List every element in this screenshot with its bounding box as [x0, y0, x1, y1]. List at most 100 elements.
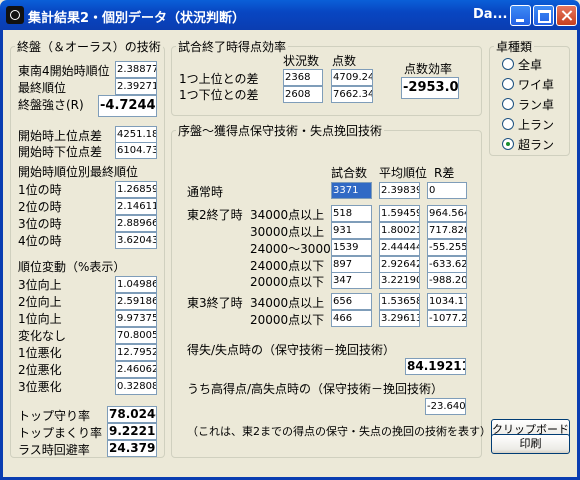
lower-count-field[interactable]: 2608 — [283, 86, 323, 103]
east2-row-label: 24000点以下 — [250, 259, 325, 273]
east3-r-field[interactable]: -1077.2 — [427, 310, 467, 327]
lower-points-field[interactable]: 7662.34 — [331, 86, 373, 103]
east3-games-field[interactable]: 656 — [331, 293, 372, 310]
table-type-option-label: 超ラン — [518, 138, 555, 152]
efficiency-col-header: 点数効率 — [404, 62, 453, 76]
normal-r-field[interactable]: 0 — [427, 182, 467, 199]
east3-label: 東3終了時 — [187, 296, 243, 310]
east3-r-field[interactable]: 1034.17 — [427, 293, 467, 310]
down3-field[interactable]: 0.32808 — [115, 378, 157, 395]
start-upper-diff-field[interactable]: 4251.18 — [115, 126, 157, 143]
gain-loss-field[interactable]: 84.19211 — [405, 358, 466, 375]
up1-field[interactable]: 9.97375 — [115, 310, 157, 327]
east-south4-rank-field[interactable]: 2.38877 — [115, 61, 157, 78]
avg-rank-col-header: 平均順位 — [379, 166, 428, 180]
rank-change-title: 順位変動（%表示） — [18, 260, 126, 274]
east2-games-field[interactable]: 518 — [331, 205, 372, 222]
east2-games-field[interactable]: 897 — [331, 256, 372, 273]
app-icon — [6, 6, 24, 24]
table-type-radio[interactable] — [502, 138, 514, 150]
east2-row-label: 20000点以下 — [250, 275, 325, 289]
high-score-field[interactable]: -23.640 — [425, 398, 466, 415]
table-type-option-label: ワイ卓 — [518, 78, 555, 92]
title-bar[interactable]: 集計結果2・個別データ（状況判断） Da... — [0, 0, 580, 30]
rank3-label: 3位の時 — [18, 217, 62, 231]
close-button[interactable] — [556, 5, 577, 26]
table-type-radio[interactable] — [502, 118, 514, 130]
print-button[interactable]: 印刷 — [491, 434, 570, 454]
final-rank-field[interactable]: 2.39271 — [115, 78, 157, 95]
east2-games-field[interactable]: 347 — [331, 272, 372, 289]
top-comeback-rate-label: トップまくり率 — [18, 426, 103, 440]
east2-avg-field[interactable]: 2.44444 — [379, 239, 420, 256]
top-defense-rate-field[interactable]: 78.0244 — [107, 406, 157, 423]
up2-label: 2位向上 — [18, 295, 62, 309]
normal-games-field[interactable]: 3371 — [331, 182, 372, 199]
east2-row-label: 34000点以上 — [250, 208, 325, 222]
lower-diff-label: 1つ下位との差 — [179, 88, 259, 102]
midgame-note: （これは、東2までの得点の保守・失点の挽回の技術を表す） — [187, 425, 491, 438]
table-type-radio[interactable] — [502, 98, 514, 110]
top-comeback-rate-field[interactable]: 9.22217 — [107, 423, 157, 440]
rank4-field[interactable]: 3.62043 — [115, 232, 157, 249]
table-type-legend: 卓種類 — [496, 40, 533, 54]
table-type-option-label: 全卓 — [518, 58, 543, 72]
table-type-radio[interactable] — [502, 78, 514, 90]
top-defense-rate-label: トップ守り率 — [18, 409, 91, 423]
east2-r-field[interactable]: -55.255 — [427, 239, 467, 256]
minimize-button[interactable] — [510, 5, 531, 26]
endgame-strength-label: 終盤強さ(R) — [18, 98, 84, 112]
last-avoid-rate-field[interactable]: 24.3795 — [107, 440, 157, 457]
start-lower-diff-field[interactable]: 6104.73 — [115, 142, 157, 159]
east2-r-field[interactable]: -633.62 — [427, 256, 467, 273]
start-lower-diff-label: 開始時下位点差 — [18, 145, 103, 159]
east2-r-field[interactable]: 964.564 — [427, 205, 467, 222]
efficiency-value-field[interactable]: -2953.0 — [401, 77, 459, 99]
final-rank-label: 最終順位 — [18, 81, 67, 95]
east-south4-rank-label: 東南4開始時順位 — [18, 64, 110, 78]
east2-row-label: 24000～30000 — [250, 242, 339, 256]
down2-field[interactable]: 2.46062 — [115, 361, 157, 378]
east2-avg-field[interactable]: 3.22190 — [379, 272, 420, 289]
east2-games-field[interactable]: 931 — [331, 222, 372, 239]
east3-avg-field[interactable]: 3.29613 — [379, 310, 420, 327]
east2-r-field[interactable]: -988.20 — [427, 272, 467, 289]
east3-row-label: 34000点以上 — [250, 296, 325, 310]
up2-field[interactable]: 2.59186 — [115, 293, 157, 310]
rank2-field[interactable]: 2.14611 — [115, 198, 157, 215]
rank3-field[interactable]: 2.88966 — [115, 215, 157, 232]
east2-avg-field[interactable]: 1.80021 — [379, 222, 420, 239]
no-change-field[interactable]: 70.8005 — [115, 327, 157, 344]
rank2-label: 2位の時 — [18, 200, 62, 214]
east2-avg-field[interactable]: 2.92642 — [379, 256, 420, 273]
count-col-header: 状況数 — [283, 54, 320, 68]
normal-avg-field[interactable]: 2.39839 — [379, 182, 420, 199]
high-score-label: うち高得点/高失点時の（保守技術－挽回技術） — [187, 382, 444, 396]
upper-points-field[interactable]: 4709.24 — [331, 69, 373, 86]
efficiency-legend: 試合終了時得点効率 — [178, 40, 287, 54]
window-title-suffix: Da... — [473, 7, 508, 22]
table-type-radio[interactable] — [502, 58, 514, 70]
east2-games-field[interactable]: 1539 — [331, 239, 372, 256]
upper-count-field[interactable]: 2368 — [283, 69, 323, 86]
east3-avg-field[interactable]: 1.53658 — [379, 293, 420, 310]
down1-field[interactable]: 12.7952 — [115, 344, 157, 361]
r-diff-col-header: R差 — [434, 166, 455, 180]
east2-label: 東2終了時 — [187, 208, 243, 222]
final-rank-by-start-title: 開始時順位別最終順位 — [18, 165, 139, 179]
east2-avg-field[interactable]: 1.59459 — [379, 205, 420, 222]
maximize-button[interactable] — [533, 5, 554, 26]
up3-field[interactable]: 1.04986 — [115, 276, 157, 293]
east3-games-field[interactable]: 466 — [331, 310, 372, 327]
gain-loss-label: 得失/失点時の（保守技術－挽回技術） — [187, 343, 396, 357]
rank1-label: 1位の時 — [18, 183, 62, 197]
rank1-field[interactable]: 1.26859 — [115, 181, 157, 198]
east2-r-field[interactable]: 717.820 — [427, 222, 467, 239]
down3-label: 3位悪化 — [18, 380, 62, 394]
table-type-option-label: ラン卓 — [518, 98, 555, 112]
endgame-strength-field[interactable]: -4.7244 — [98, 95, 157, 117]
midgame-legend: 序盤～獲得点保守技術・失点挽回技術 — [178, 124, 383, 138]
start-upper-diff-label: 開始時上位点差 — [18, 129, 103, 143]
east3-row-label: 20000点以下 — [250, 313, 325, 327]
games-col-header: 試合数 — [331, 166, 368, 180]
